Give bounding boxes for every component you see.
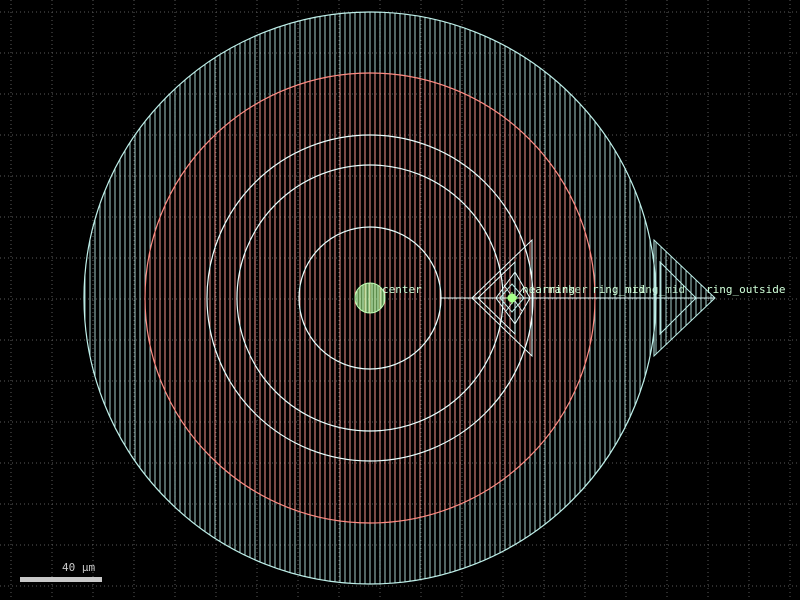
layout-canvas[interactable]: center nearring marker ring_mid ring_mid… [0,0,800,600]
scale-bar: 40 µm [20,561,102,582]
label-ring-mid-dup: ring_mid [632,283,685,296]
label-ring-outside: ring_outside [706,283,785,296]
scale-bar-label: 40 µm [62,561,95,574]
scale-bar-rect [20,577,102,582]
center-dot [354,282,386,314]
label-marker: marker [548,283,588,296]
center-marker[interactable] [354,282,386,314]
center-label: center [382,283,422,296]
